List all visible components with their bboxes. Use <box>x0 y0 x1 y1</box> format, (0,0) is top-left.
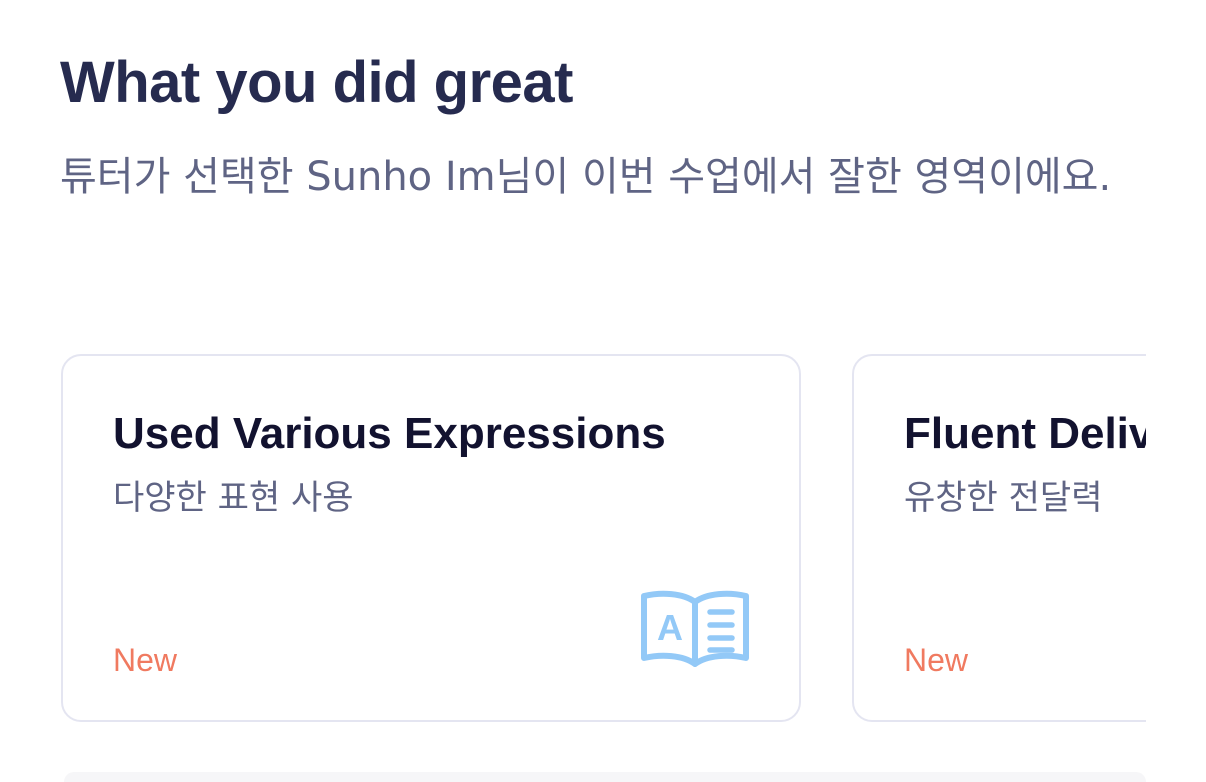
card-title: Used Various Expressions <box>113 409 666 458</box>
next-section-edge <box>64 772 1146 782</box>
skill-card-used-various-expressions[interactable]: Used Various Expressions 다양한 표현 사용 New A <box>61 354 801 722</box>
new-badge: New <box>904 642 969 678</box>
section-title: What you did great <box>60 50 574 115</box>
card-subtitle: 유창한 전달력 <box>904 478 1103 518</box>
svg-text:A: A <box>657 607 683 648</box>
skills-carousel[interactable]: Used Various Expressions 다양한 표현 사용 New A… <box>0 352 1146 730</box>
new-badge: New <box>113 642 178 678</box>
open-book-icon: A <box>641 590 749 667</box>
section-description: 튜터가 선택한 Sunho Im님이 이번 수업에서 잘한 영역이에요. <box>60 154 1112 200</box>
card-subtitle: 다양한 표현 사용 <box>113 478 354 518</box>
card-title: Fluent Deliv <box>904 409 1146 458</box>
skill-card-fluent-delivery[interactable]: Fluent Deliv 유창한 전달력 New <box>852 354 1146 722</box>
